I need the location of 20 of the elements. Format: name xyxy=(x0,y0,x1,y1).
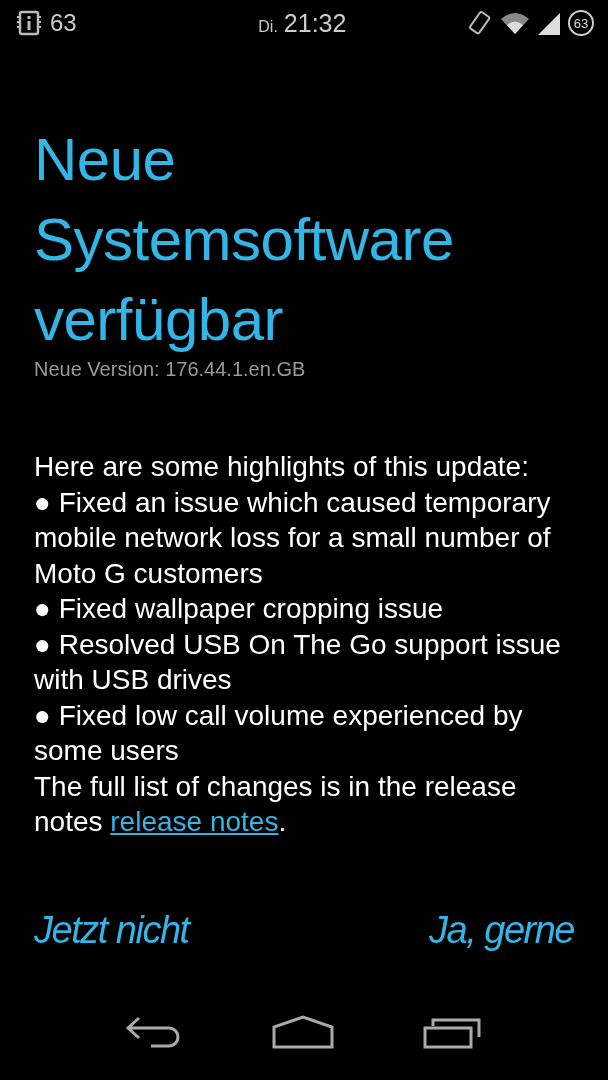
highlight-item: ● Fixed low call volume experienced by some users xyxy=(34,698,524,768)
dialog-button[interactable]: Jetzt nicht xyxy=(30,903,193,958)
intro-text: Here are some highlights of this update: xyxy=(34,450,530,484)
highlight-item: ● Fixed an issue which caused temporary mobile network loss for a small number of Moto G customers xyxy=(34,485,552,591)
battery-indicator: 63 xyxy=(568,10,594,36)
signal-icon xyxy=(538,11,560,35)
highlight-item: ● Resolved USB On The Go support issue with USB drives xyxy=(34,627,562,697)
home-icon[interactable] xyxy=(272,1015,334,1049)
dialog-title: Neue Systemsoftware verfügbar xyxy=(34,125,455,355)
notification-icon xyxy=(16,10,42,36)
dialog-button[interactable]: Ja, gerne xyxy=(425,903,578,958)
highlight-item: ● Fixed wallpaper cropping issue xyxy=(34,592,445,626)
vibrate-icon xyxy=(468,9,492,37)
closing-text: The full list of changes is in the release notes release notes. xyxy=(34,769,518,839)
version-label: Neue Version: 176.44.1.en.GB xyxy=(34,358,307,381)
day-label: Di. xyxy=(258,17,278,36)
clock: 21:32 xyxy=(283,8,347,38)
release-notes-link[interactable]: release notes xyxy=(110,806,279,837)
wifi-icon xyxy=(500,11,530,35)
notification-count: 63 xyxy=(50,9,77,37)
